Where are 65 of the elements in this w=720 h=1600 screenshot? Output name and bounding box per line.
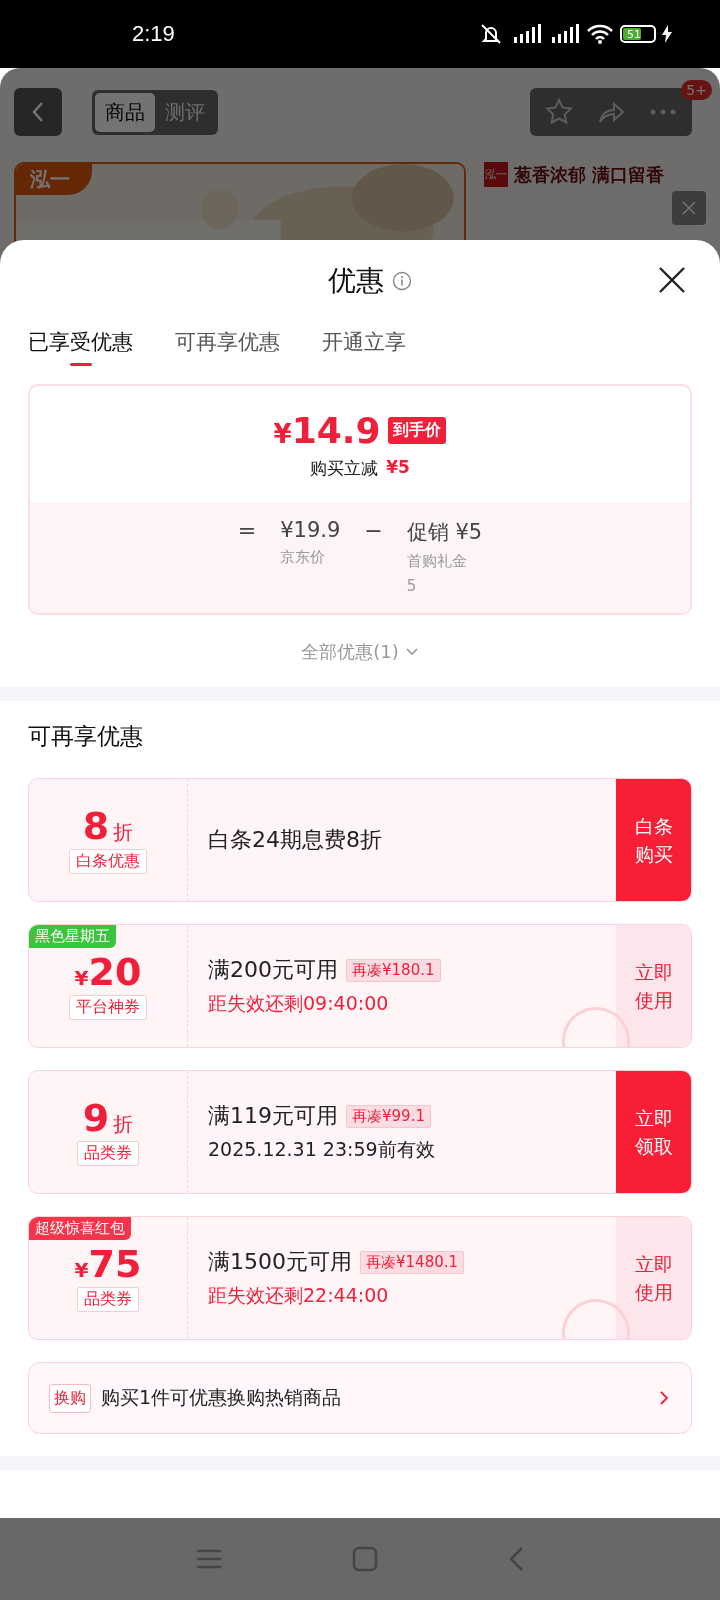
coupon-action-button[interactable]: 立即 使用 — [616, 925, 691, 1047]
price-term: 促销 ¥5 — [406, 519, 483, 546]
charging-icon — [662, 25, 672, 43]
back-icon[interactable] — [508, 1546, 524, 1572]
coupon-title: 满119元可用 — [208, 1102, 338, 1130]
operator-sign: − — [364, 518, 383, 543]
term-caption: 京东价 — [280, 548, 327, 567]
coupon-note: 2025.12.31 23:59前有效 — [208, 1137, 436, 1162]
notification-badge: 5+ — [681, 80, 712, 100]
battery-icon: 51 — [620, 25, 656, 43]
back-button[interactable] — [14, 88, 62, 136]
exchange-row[interactable]: 换购 购买1件可优惠换购热销商品 — [28, 1362, 692, 1434]
offer-tab[interactable]: 开通立享 — [322, 322, 406, 370]
term-caption: 首购礼金 — [406, 552, 468, 571]
all-offers-link[interactable]: 全部优惠(1) — [295, 639, 425, 665]
coupon-amount: ¥75 — [74, 1244, 142, 1283]
exchange-text: 购买1件可优惠换购热销商品 — [101, 1385, 343, 1410]
brand-tag: 泓一 — [16, 164, 92, 195]
brand-logo: 泓一 — [484, 162, 508, 187]
close-icon[interactable] — [658, 266, 686, 294]
chevron-down-icon — [404, 647, 419, 657]
coupon-title: 满200元可用 — [208, 956, 338, 984]
exchange-tag: 换购 — [49, 1383, 91, 1413]
coupon-type: 白条优惠 — [69, 848, 147, 874]
remaining-amount-tag: 再凑¥180.1 — [346, 958, 441, 982]
coupon-note: 距失效还剩22:44:00 — [208, 1283, 390, 1308]
page-tab[interactable]: 商品 — [95, 92, 155, 132]
offer-tab[interactable]: 已享受优惠 — [28, 322, 133, 370]
coupon-note: 距失效还剩09:40:00 — [208, 991, 390, 1016]
price-term: ¥19.9 — [280, 518, 341, 542]
wifi-icon — [586, 23, 614, 45]
chevron-left-icon — [31, 101, 45, 123]
coupon-type: 品类券 — [77, 1140, 139, 1166]
chevron-right-icon — [659, 1390, 669, 1406]
section-title: 可再享优惠 — [28, 722, 144, 751]
operator-sign: = — [237, 518, 257, 543]
coupon-title: 白条24期息费8折 — [208, 826, 382, 854]
final-price: ¥14.9 — [273, 410, 381, 451]
coupon-action-button[interactable]: 立即 使用 — [616, 1217, 691, 1339]
coupon-amount: 8 折 — [82, 806, 134, 845]
sheet-title: 优惠 — [327, 263, 384, 299]
coupon-title: 满1500元可用 — [208, 1248, 352, 1276]
term-caption: 5 — [406, 577, 418, 595]
price-tag: 到手价 — [388, 417, 447, 444]
star-icon[interactable] — [544, 97, 574, 127]
coupon-type: 品类券 — [77, 1286, 139, 1312]
home-icon[interactable] — [352, 1546, 378, 1572]
coupon-action-button[interactable]: 白条 购买 — [616, 779, 691, 901]
coupon-action-button[interactable]: 立即 领取 — [616, 1071, 691, 1193]
remaining-amount-tag: 再凑¥99.1 — [346, 1104, 431, 1128]
coupon-ribbon: 超级惊喜红包 — [29, 1217, 131, 1240]
close-icon — [682, 201, 696, 215]
saving-label: 购买立减 — [310, 457, 379, 480]
coupon-type: 平台神券 — [69, 994, 147, 1020]
coupon-amount: 9 折 — [82, 1098, 134, 1137]
coupon-amount: ¥20 — [74, 952, 142, 991]
remaining-amount-tag: 再凑¥1480.1 — [360, 1250, 465, 1274]
offer-tab[interactable]: 可再享优惠 — [175, 322, 280, 370]
saving-amount: ¥5 — [386, 457, 410, 479]
coupon-ribbon: 黑色星期五 — [29, 925, 116, 948]
menu-icon[interactable] — [196, 1548, 222, 1570]
slogan: 葱香浓郁 满口留香 — [514, 162, 665, 187]
info-icon[interactable] — [392, 271, 412, 291]
close-button[interactable] — [672, 191, 706, 225]
status-time: 2:19 — [132, 21, 175, 47]
